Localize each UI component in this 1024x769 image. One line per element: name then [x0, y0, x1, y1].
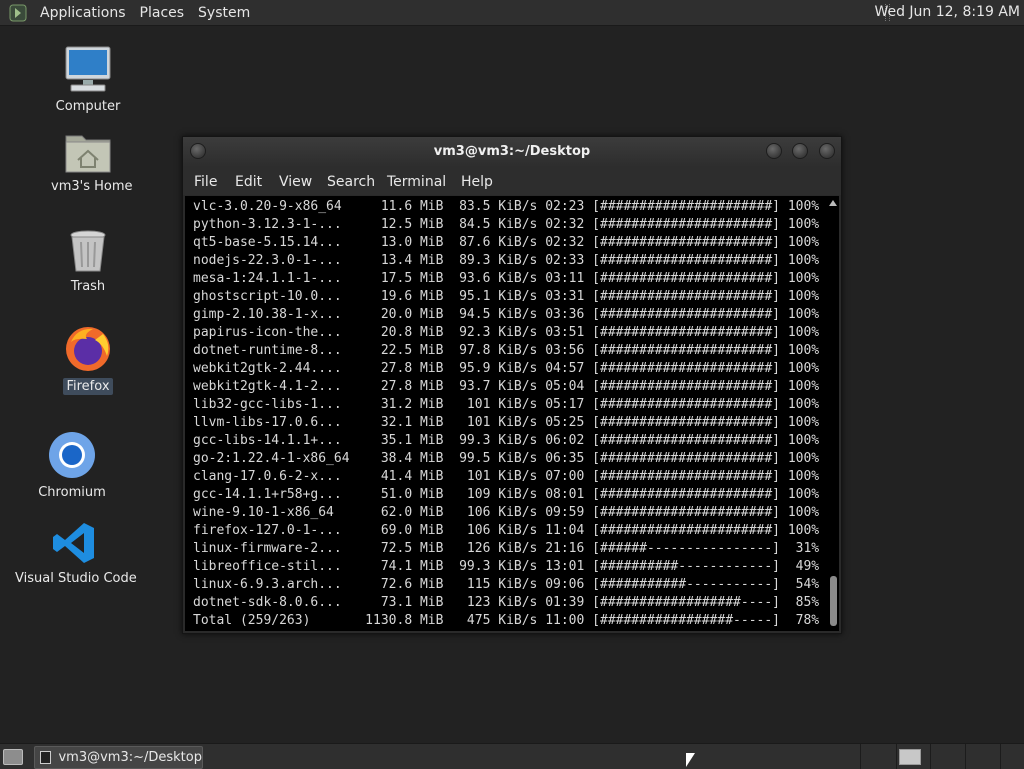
terminal-line: dotnet-sdk-8.0.6... 73.1 MiB 123 KiB/s 0…	[193, 595, 820, 610]
terminal-line: mesa-1:24.1.1-1-... 17.5 MiB 93.6 KiB/s …	[193, 271, 820, 286]
window-titlebar[interactable]: vm3@vm3:~/Desktop	[183, 137, 841, 167]
trash-icon	[70, 230, 106, 272]
window-title: vm3@vm3:~/Desktop	[433, 144, 591, 159]
close-button[interactable]	[819, 143, 835, 159]
terminal-icon	[40, 751, 52, 764]
desktop-icon-label: Computer	[55, 99, 121, 114]
minimize-button[interactable]	[766, 143, 782, 159]
desktop-icon-label: vm3's Home	[51, 179, 133, 194]
terminal-line: wine-9.10-1-x86_64 62.0 MiB 106 KiB/s 09…	[193, 505, 820, 520]
desktop-icon-label: Firefox	[63, 378, 113, 395]
desktop-icon-chromium[interactable]: Chromium	[32, 430, 112, 501]
terminal-line: qt5-base-5.15.14... 13.0 MiB 87.6 KiB/s …	[193, 235, 820, 250]
system-logo-icon[interactable]	[9, 4, 27, 22]
top-panel: Applications Places System Wed Jun 12, 8…	[0, 0, 1024, 26]
applications-menu[interactable]: Applications	[33, 5, 133, 21]
home-folder-icon	[65, 135, 111, 173]
scrollbar-thumb[interactable]	[830, 576, 837, 626]
desktop-icon-computer[interactable]: Computer	[48, 44, 128, 115]
terminal-output[interactable]: vlc-3.0.20-9-x86_64 11.6 MiB 83.5 KiB/s …	[185, 196, 827, 631]
terminal-line: dotnet-runtime-8... 22.5 MiB 97.8 KiB/s …	[193, 343, 820, 358]
places-menu[interactable]: Places	[133, 5, 192, 21]
terminal-line: linux-firmware-2... 72.5 MiB 126 KiB/s 2…	[193, 541, 820, 556]
terminal-line: llvm-libs-17.0.6... 32.1 MiB 101 KiB/s 0…	[193, 415, 820, 430]
terminal-line: webkit2gtk-4.1-2... 27.8 MiB 93.7 KiB/s …	[193, 379, 820, 394]
desktop-icon-home[interactable]: vm3's Home	[48, 128, 133, 195]
terminal-scrollbar[interactable]	[827, 196, 839, 631]
terminal-line: gcc-14.1.1+r58+g... 51.0 MiB 109 KiB/s 0…	[193, 487, 820, 502]
chromium-icon	[49, 432, 95, 478]
desktop-icon-label: Trash	[70, 279, 106, 294]
terminal-lines: vlc-3.0.20-9-x86_64 11.6 MiB 83.5 KiB/s …	[193, 198, 819, 630]
terminal-line: Total (259/263) 1130.8 MiB 475 KiB/s 11:…	[193, 613, 820, 628]
terminal-line: go-2:1.22.4-1-x86_64 38.4 MiB 99.5 KiB/s…	[193, 451, 820, 466]
menu-help[interactable]: Help	[461, 174, 493, 190]
workspace-1[interactable]	[899, 749, 921, 765]
system-menu[interactable]: System	[191, 5, 257, 21]
maximize-button[interactable]	[792, 143, 808, 159]
terminal-line: python-3.12.3-1-... 12.5 MiB 84.5 KiB/s …	[193, 217, 820, 232]
terminal-line: libreoffice-stil... 74.1 MiB 99.3 KiB/s …	[193, 559, 820, 574]
menu-file[interactable]: File	[194, 174, 217, 190]
terminal-line: ghostscript-10.0... 19.6 MiB 95.1 KiB/s …	[193, 289, 820, 304]
terminal-window[interactable]: vm3@vm3:~/Desktop File Edit View Search …	[182, 136, 842, 634]
vscode-icon	[53, 523, 94, 563]
scroll-up-arrow-icon[interactable]	[829, 200, 837, 206]
computer-icon	[65, 46, 111, 92]
menu-view[interactable]: View	[279, 174, 312, 190]
menu-search[interactable]: Search	[327, 174, 375, 190]
desktop-icon-label: Visual Studio Code	[15, 571, 137, 586]
mouse-cursor-icon	[686, 753, 695, 767]
clock[interactable]: Wed Jun 12, 8:19 AM	[874, 4, 1020, 20]
show-desktop-icon[interactable]	[3, 749, 23, 765]
bottom-panel: vm3@vm3:~/Desktop	[0, 743, 1024, 769]
terminal-line: vlc-3.0.20-9-x86_64 11.6 MiB 83.5 KiB/s …	[193, 199, 820, 214]
terminal-line: webkit2gtk-2.44.... 27.8 MiB 95.9 KiB/s …	[193, 361, 820, 376]
workspace-switcher[interactable]	[860, 744, 1020, 769]
terminal-line: papirus-icon-the... 20.8 MiB 92.3 KiB/s …	[193, 325, 820, 340]
taskbar-item-label: vm3@vm3:~/Desktop	[58, 750, 202, 765]
menu-edit[interactable]: Edit	[235, 174, 262, 190]
terminal-line: firefox-127.0-1-... 69.0 MiB 106 KiB/s 1…	[193, 523, 820, 538]
desktop-icon-trash[interactable]: Trash	[48, 228, 128, 295]
taskbar-item-terminal[interactable]: vm3@vm3:~/Desktop	[34, 746, 203, 769]
firefox-icon	[66, 327, 110, 371]
desktop-icon-label: Chromium	[38, 485, 106, 500]
terminal-line: gimp-2.10.38-1-x... 20.0 MiB 94.5 KiB/s …	[193, 307, 820, 322]
terminal-line: linux-6.9.3.arch... 72.6 MiB 115 KiB/s 0…	[193, 577, 820, 592]
terminal-line: gcc-libs-14.1.1+... 35.1 MiB 99.3 KiB/s …	[193, 433, 820, 448]
terminal-menubar: File Edit View Search Terminal Help	[183, 167, 841, 195]
desktop-icon-vscode[interactable]: Visual Studio Code	[12, 520, 137, 587]
menu-terminal[interactable]: Terminal	[387, 174, 446, 190]
terminal-line: lib32-gcc-libs-1... 31.2 MiB 101 KiB/s 0…	[193, 397, 820, 412]
terminal-line: clang-17.0.6-2-x... 41.4 MiB 101 KiB/s 0…	[193, 469, 820, 484]
desktop-icon-firefox[interactable]: Firefox	[48, 324, 128, 395]
terminal-line: nodejs-22.3.0-1-... 13.4 MiB 89.3 KiB/s …	[193, 253, 820, 268]
